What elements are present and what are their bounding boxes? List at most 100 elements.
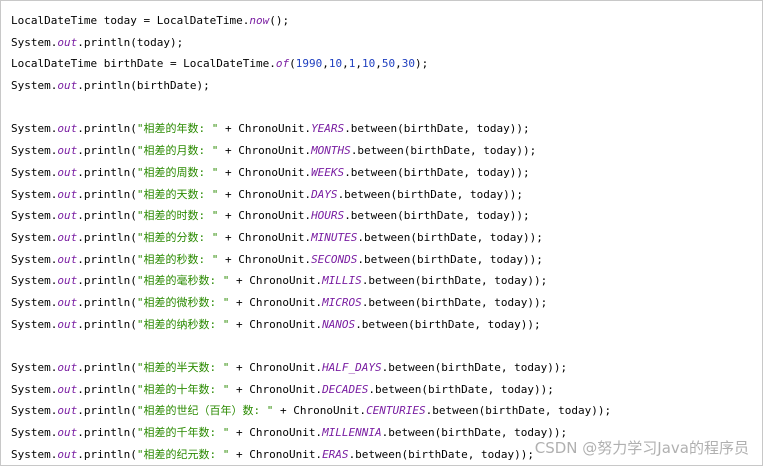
- code-token: System.: [11, 382, 58, 396]
- code-token: .println(: [77, 252, 137, 266]
- static-member: HALF_DAYS: [322, 361, 382, 374]
- static-member: ERAS: [322, 447, 349, 461]
- code-line: LocalDateTime birthDate = LocalDateTime.…: [11, 53, 611, 75]
- static-member: MINUTES: [311, 230, 358, 244]
- code-token: .println(: [77, 187, 137, 201]
- code-line: System.out.println("相差的天数: " + ChronoUni…: [11, 184, 611, 206]
- code-token: .println(: [77, 361, 137, 374]
- code-token: System.: [11, 122, 58, 136]
- static-member: out: [57, 382, 78, 396]
- code-token: + ChronoUnit.: [218, 187, 312, 201]
- code-token: .println(: [77, 209, 137, 223]
- code-token: + ChronoUnit.: [229, 317, 323, 331]
- code-token: .println(: [77, 274, 137, 288]
- code-line: System.out.println("相差的千年数: " + ChronoUn…: [11, 422, 611, 444]
- code-token: System.: [11, 426, 58, 440]
- code-token: .println(birthDate);: [77, 79, 210, 93]
- string-literal: "相差的周数: ": [136, 165, 219, 179]
- static-member: out: [57, 209, 78, 223]
- code-line: System.out.println("相差的年数: " + ChronoUni…: [11, 118, 611, 140]
- code-line: System.out.println("相差的纳秒数: " + ChronoUn…: [11, 314, 611, 336]
- static-member: out: [57, 426, 78, 440]
- code-line: System.out.println(today);: [11, 32, 611, 54]
- code-token: System.: [11, 230, 58, 244]
- csdn-watermark: CSDN @努力学习Java的程序员: [534, 439, 749, 457]
- code-token: System.: [11, 79, 58, 93]
- string-literal: "相差的纪元数: ": [136, 447, 230, 461]
- code-token: System.: [11, 187, 58, 201]
- code-token: .between(birthDate, today));: [350, 144, 537, 158]
- code-line: System.out.println("相差的时数: " + ChronoUni…: [11, 205, 611, 227]
- string-literal: "相差的秒数: ": [136, 252, 219, 266]
- code-token: ,: [322, 57, 329, 71]
- code-token: .between(birthDate, today));: [337, 187, 523, 201]
- code-token: ();: [269, 14, 290, 27]
- code-token: .between(birthDate, today));: [361, 274, 548, 288]
- string-literal: "相差的纳秒数: ": [136, 317, 230, 331]
- string-literal: "相差的分数: ": [136, 230, 219, 244]
- static-member: DECADES: [322, 382, 369, 396]
- code-token: .println(: [77, 426, 137, 440]
- number-literal: 10: [328, 57, 343, 71]
- code-token: System.: [11, 165, 58, 179]
- code-token: .between(birthDate, today));: [381, 361, 568, 374]
- code-token: (: [289, 57, 296, 71]
- code-token: ,: [395, 57, 402, 71]
- code-token: .between(birthDate, today));: [368, 382, 554, 396]
- code-token: LocalDateTime birthDate = LocalDateTime.: [11, 57, 276, 71]
- code-token: ,: [342, 57, 349, 71]
- static-member: SECONDS: [311, 252, 358, 266]
- code-token: .between(birthDate, today));: [344, 209, 530, 223]
- code-token: );: [415, 57, 429, 71]
- static-member: WEEKS: [311, 165, 345, 179]
- code-token: ,: [375, 57, 382, 71]
- string-literal: "相差的天数: ": [136, 187, 219, 201]
- static-member: out: [57, 252, 78, 266]
- code-token: System.: [11, 447, 58, 461]
- static-member: now: [249, 14, 270, 27]
- code-token: .println(: [77, 295, 137, 309]
- code-line: System.out.println("相差的半天数: " + ChronoUn…: [11, 357, 611, 379]
- code-token: .between(birthDate, today));: [357, 230, 543, 244]
- code-token: .between(birthDate, today));: [361, 295, 548, 309]
- static-member: MONTHS: [311, 144, 351, 158]
- code-token: .between(birthDate, today));: [357, 252, 543, 266]
- number-literal: 50: [381, 57, 396, 71]
- string-literal: "相差的世纪（百年）数: ": [136, 404, 274, 418]
- code-token: System.: [11, 274, 58, 288]
- code-token: + ChronoUnit.: [218, 230, 312, 244]
- string-literal: "相差的时数: ": [136, 209, 219, 223]
- static-member: CENTURIES: [366, 404, 426, 418]
- static-member: out: [57, 447, 78, 461]
- static-member: out: [57, 361, 78, 374]
- code-token: + ChronoUnit.: [229, 426, 323, 440]
- string-literal: "相差的年数: ": [136, 122, 219, 136]
- code-line: System.out.println("相差的毫秒数: " + ChronoUn…: [11, 270, 611, 292]
- code-token: .between(birthDate, today));: [355, 317, 541, 331]
- code-token: System.: [11, 209, 58, 223]
- string-literal: "相差的微秒数: ": [136, 295, 230, 309]
- number-literal: 30: [401, 57, 416, 71]
- code-token: + ChronoUnit.: [229, 361, 323, 374]
- code-block: LocalDateTime today = LocalDateTime.now(…: [11, 10, 611, 465]
- code-token: System.: [11, 361, 58, 374]
- code-token: System.: [11, 404, 58, 418]
- static-member: out: [57, 187, 78, 201]
- code-line: System.out.println(birthDate);: [11, 75, 611, 97]
- static-member: of: [275, 57, 290, 71]
- code-token: + ChronoUnit.: [229, 382, 323, 396]
- code-token: + ChronoUnit.: [218, 252, 312, 266]
- code-token: + ChronoUnit.: [273, 404, 367, 418]
- code-line: System.out.println("相差的月数: " + ChronoUni…: [11, 140, 611, 162]
- static-member: HOURS: [311, 209, 345, 223]
- static-member: out: [57, 230, 78, 244]
- code-token: .println(: [77, 447, 137, 461]
- static-member: out: [57, 317, 78, 331]
- code-token: .between(birthDate, today));: [425, 404, 612, 418]
- number-literal: 10: [362, 57, 376, 71]
- code-line: System.out.println("相差的分数: " + ChronoUni…: [11, 227, 611, 249]
- code-token: .between(birthDate, today));: [344, 165, 530, 179]
- string-literal: "相差的月数: ": [136, 144, 219, 158]
- code-token: .println(: [77, 165, 137, 179]
